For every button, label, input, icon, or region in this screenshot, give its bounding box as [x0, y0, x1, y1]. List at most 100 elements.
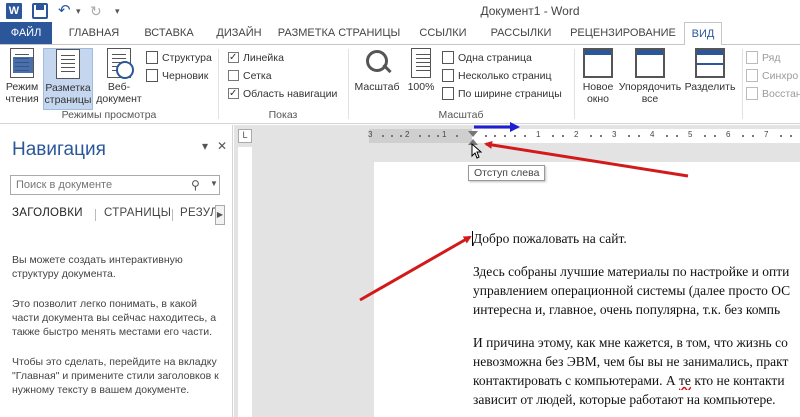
ruler-number: 1: [536, 130, 541, 139]
ruler-tick: [514, 135, 516, 137]
navigation-check-icon: [228, 86, 239, 102]
ruler-tick: [628, 135, 630, 137]
ruler-tick: [742, 135, 744, 137]
ruler-checkbox[interactable]: Линейка: [228, 50, 284, 66]
ruler-tick: [752, 135, 754, 137]
paragraph-line[interactable]: невозможна без ЭВМ, чем бы вы не занимал…: [473, 352, 800, 371]
page-width-icon: [442, 87, 454, 100]
split-icon: [695, 48, 725, 78]
close-icon[interactable]: ✕: [217, 139, 227, 153]
ruler-tick: [485, 135, 487, 137]
draft-button[interactable]: Черновик: [146, 68, 208, 84]
paragraph-line[interactable]: И причина этому, как мне кажется, в том,…: [473, 333, 800, 352]
show-group-label: Показ: [268, 109, 298, 121]
ruler-tick: [590, 135, 592, 137]
ruler-number: 5: [688, 130, 693, 139]
ruler-tick: [382, 135, 384, 137]
paragraph-line[interactable]: управлением операционной системы (далее …: [473, 281, 800, 300]
search-dropdown-icon[interactable]: ▼: [210, 179, 218, 188]
ruler-tick: [704, 135, 706, 137]
side-by-side-button[interactable]: Ряд: [746, 50, 780, 66]
web-layout-button[interactable]: Веб- документ: [96, 48, 142, 105]
side-by-side-icon: [746, 51, 758, 64]
tab-pages[interactable]: СТРАНИЦЫ: [104, 207, 171, 219]
read-mode-icon: [10, 48, 34, 78]
split-button[interactable]: Разделить: [682, 48, 738, 93]
search-input[interactable]: [10, 175, 220, 195]
navigation-tabs: ЗАГОЛОВКИ СТРАНИЦЫ РЕЗУЛЬ ▶: [10, 205, 225, 227]
print-layout-icon: [56, 49, 80, 79]
ruler-number: 7: [764, 130, 769, 139]
zoom-100-button[interactable]: 100%: [404, 48, 438, 93]
tab-insert[interactable]: ВСТАВКА: [132, 22, 206, 44]
ruler-number: 6: [726, 130, 731, 139]
magnifier-icon: [362, 48, 392, 78]
group-separator: [574, 49, 575, 119]
reset-position-button[interactable]: Восстан: [746, 86, 800, 102]
indent-tooltip: Отступ слева: [468, 165, 546, 181]
read-mode-button[interactable]: Режим чтения: [2, 48, 42, 105]
paragraph[interactable]: Добро пожаловать на сайт.: [473, 229, 800, 248]
ruler-number: 2: [574, 130, 579, 139]
gridlines-check-icon: [228, 70, 239, 81]
zoom-100-icon: [411, 48, 431, 78]
tab-page-layout[interactable]: РАЗМЕТКА СТРАНИЦЫ: [272, 22, 406, 44]
navigation-pane-checkbox[interactable]: Область навигации: [228, 86, 337, 102]
zoom-button[interactable]: Масштаб: [352, 48, 402, 93]
paragraph-line[interactable]: контактировать с компьютерами. А те кто …: [473, 371, 800, 390]
print-layout-button[interactable]: Разметка страницы: [43, 48, 93, 110]
multiple-pages-icon: [442, 69, 454, 82]
views-group-label: Режимы просмотра: [61, 109, 157, 121]
paragraph-line[interactable]: зависит от людей, которые работают на ко…: [473, 390, 800, 409]
ruler-tick: [428, 135, 430, 137]
ruler-tick: [600, 135, 602, 137]
title-bar: ↶ ▾ ↻ ▾ Документ1 - Word: [0, 0, 800, 22]
ruler-tick: [494, 135, 496, 137]
tab-design[interactable]: ДИЗАЙН: [206, 22, 272, 44]
ruler-number: 4: [650, 130, 655, 139]
tab-mailings[interactable]: РАССЫЛКИ: [480, 22, 562, 44]
sync-scroll-button[interactable]: Синхро: [746, 68, 798, 84]
document-area: L 3 2 1 1 2 3 4 5 6 7 Добро пожаловать н…: [234, 125, 800, 417]
tab-results[interactable]: РЕЗУЛЬ: [180, 207, 215, 219]
gridlines-checkbox[interactable]: Сетка: [228, 68, 272, 84]
sync-scroll-icon: [746, 69, 758, 82]
tab-view[interactable]: ВИД: [684, 22, 722, 45]
paragraph-line[interactable]: интересна и, главное, очень популярна, т…: [473, 300, 800, 319]
tab-separator: [172, 209, 173, 221]
navigation-title: Навигация: [12, 139, 106, 160]
ruler-number: 2: [405, 130, 410, 139]
navigation-help-text: Чтобы это сделать, перейдите на вкладку …: [12, 356, 219, 396]
spelling-error[interactable]: те: [679, 373, 691, 388]
paragraph-line[interactable]: Здесь собраны лучшие материалы по настро…: [473, 262, 800, 281]
pane-options-icon[interactable]: ▾: [202, 139, 208, 153]
tab-home[interactable]: ГЛАВНАЯ: [56, 22, 132, 44]
reset-position-icon: [746, 87, 758, 100]
ruler-number: 1: [442, 130, 447, 139]
ruler-number: 3: [368, 130, 373, 139]
navigation-help-text: Это позволит легко понимать, в какой час…: [12, 298, 217, 338]
tab-references[interactable]: ССЫЛКИ: [406, 22, 480, 44]
tab-separator: [95, 209, 96, 221]
document-page[interactable]: Добро пожаловать на сайт. Здесь собраны …: [374, 162, 800, 417]
arrange-all-button[interactable]: Упорядочить все: [618, 48, 682, 105]
ruler-tick: [638, 135, 640, 137]
tab-review[interactable]: РЕЦЕНЗИРОВАНИЕ: [562, 22, 684, 44]
multiple-pages-button[interactable]: Несколько страниц: [442, 68, 551, 84]
tab-file[interactable]: ФАЙЛ: [0, 22, 52, 44]
vertical-ruler[interactable]: [238, 147, 252, 417]
ruler-tick: [400, 135, 402, 137]
ruler-number: 3: [612, 130, 617, 139]
tab-headings[interactable]: ЗАГОЛОВКИ: [12, 207, 83, 219]
one-page-button[interactable]: Одна страница: [442, 50, 532, 66]
new-window-button[interactable]: Новое окно: [578, 48, 618, 105]
outline-button[interactable]: Структура: [146, 50, 212, 66]
ruler-tick: [552, 135, 554, 137]
chevron-right-icon[interactable]: ▶: [215, 205, 225, 225]
window-title: Документ1 - Word: [480, 4, 580, 18]
page-width-button[interactable]: По ширине страницы: [442, 86, 562, 102]
search-icon[interactable]: ⚲: [191, 178, 200, 192]
ribbon-tabs: ФАЙЛ ГЛАВНАЯ ВСТАВКА ДИЗАЙН РАЗМЕТКА СТР…: [0, 22, 800, 45]
horizontal-ruler[interactable]: 3 2 1 1 2 3 4 5 6 7: [234, 129, 800, 145]
navigation-pane: Навигация ▾ ✕ ⚲ ▼ ЗАГОЛОВКИ СТРАНИЦЫ РЕЗ…: [0, 125, 233, 417]
